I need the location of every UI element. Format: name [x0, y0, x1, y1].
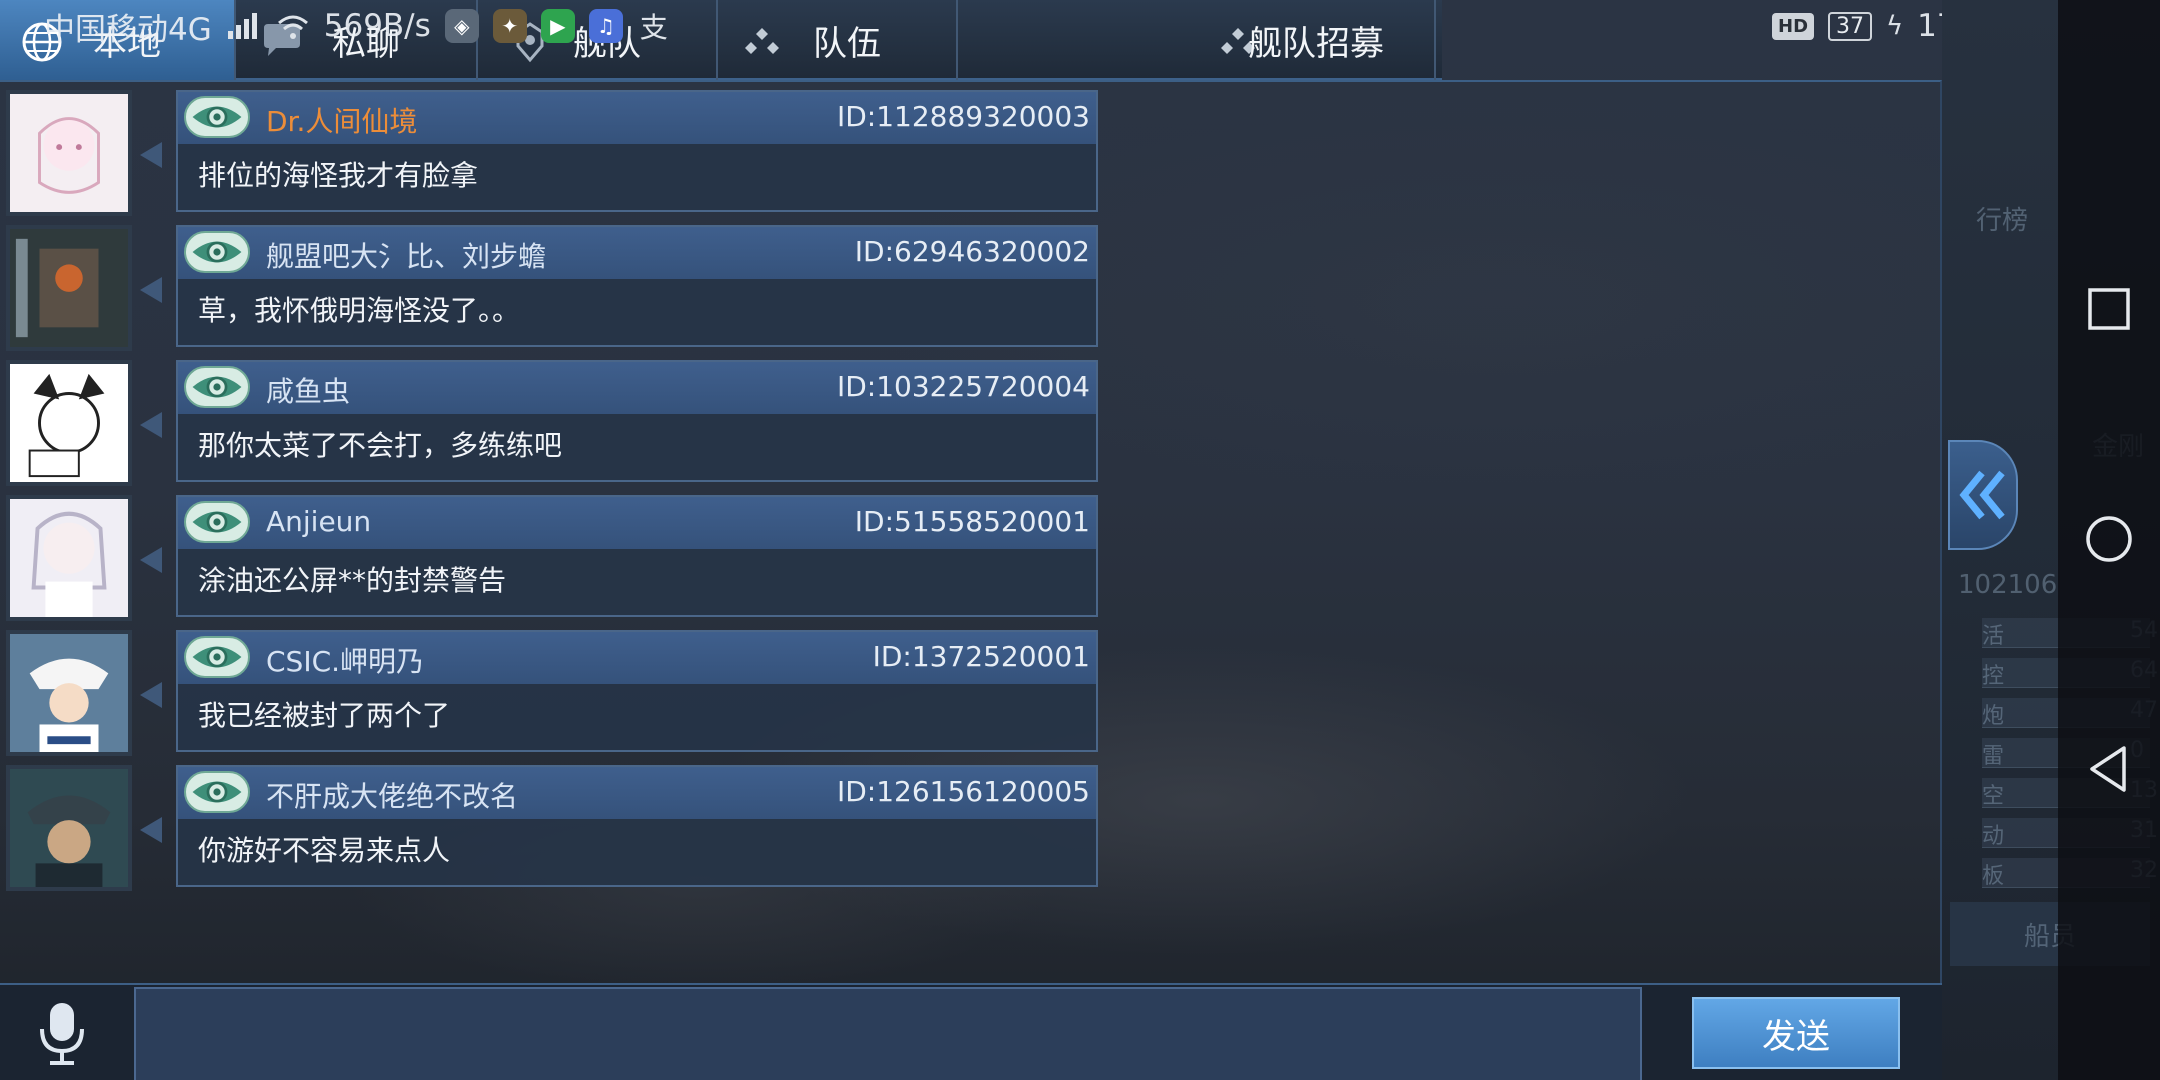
- avatar-image: [10, 94, 128, 212]
- message-text: 你游好不容易来点人: [198, 834, 451, 867]
- message-header: 咸鱼虫 ID:103225720004: [178, 362, 1096, 414]
- bubble-pointer: [140, 142, 162, 168]
- bubble-pointer: [140, 412, 162, 438]
- sender-id: ID:1372520001: [872, 640, 1090, 673]
- rank-badge-icon: [184, 636, 250, 678]
- message-text: 我已经被封了两个了: [198, 699, 451, 732]
- sender-id: ID:51558520001: [854, 505, 1090, 538]
- message-text: 涂油还公屏**的封禁警告: [198, 564, 507, 597]
- rank-badge-icon: [184, 501, 250, 543]
- avatar-image: [10, 229, 128, 347]
- sender-id: ID:103225720004: [836, 370, 1090, 403]
- sender-name[interactable]: CSIC.岬明乃: [266, 640, 424, 680]
- bubble-pointer: [140, 277, 162, 303]
- message-row[interactable]: 舰盟吧大氵比、刘步蟾 ID:62946320002 草，我怀俄明海怪没了。。: [6, 225, 1098, 351]
- message-bubble: 舰盟吧大氵比、刘步蟾 ID:62946320002 草，我怀俄明海怪没了。。: [176, 225, 1098, 347]
- team-icon: [745, 28, 779, 54]
- home-icon[interactable]: [2080, 510, 2138, 568]
- avatar-image: [10, 634, 128, 752]
- sender-name[interactable]: 舰盟吧大氵比、刘步蟾: [266, 235, 546, 275]
- collapse-chat-button[interactable]: [1948, 440, 2018, 550]
- avatar-image: [10, 364, 128, 482]
- vpn-app-icon: ◈: [444, 9, 479, 43]
- sender-id: ID:126156120005: [836, 775, 1090, 808]
- double-chevron-left-icon: [1959, 470, 2005, 520]
- message-header: Dr.人间仙境 ID:112889320003: [178, 92, 1096, 144]
- message-bubble: 不肝成大佬绝不改名 ID:126156120005 你游好不容易来点人: [176, 765, 1098, 887]
- bubble-pointer: [140, 817, 162, 843]
- message-row[interactable]: Anjieun ID:51558520001 涂油还公屏**的封禁警告: [6, 495, 1098, 621]
- avatar[interactable]: [6, 360, 132, 486]
- message-text: 排位的海怪我才有脸拿: [198, 159, 479, 192]
- tab-fleet-recruit-label: 舰队招募: [1248, 23, 1384, 64]
- message-text: 那你太菜了不会打，多练练吧: [198, 429, 563, 462]
- input-bar: 发送: [0, 983, 1942, 1080]
- charging-icon: ϟ: [1886, 11, 1904, 41]
- message-bubble: Dr.人间仙境 ID:112889320003 排位的海怪我才有脸拿: [176, 90, 1098, 212]
- message-bubble: 咸鱼虫 ID:103225720004 那你太菜了不会打，多练练吧: [176, 360, 1098, 482]
- battery-level: 37: [1828, 11, 1873, 41]
- avatar[interactable]: [6, 765, 132, 891]
- recent-apps-icon[interactable]: [2080, 280, 2138, 338]
- message-row[interactable]: CSIC.岬明乃 ID:1372520001 我已经被封了两个了: [6, 630, 1098, 756]
- signal-icon: [227, 13, 257, 39]
- sender-id: ID:62946320002: [854, 235, 1090, 268]
- status-bar-left: 中国移动4G 569B/s ◈ ✦ ▶ ♫ 支: [44, 0, 671, 52]
- play-app-icon: ▶: [540, 9, 575, 43]
- avatar[interactable]: [6, 225, 132, 351]
- avatar-image: [10, 769, 128, 887]
- music-app-icon: ♫: [588, 9, 623, 43]
- net-speed-text: 569B/s: [323, 8, 431, 44]
- rank-badge-icon: [184, 96, 250, 138]
- bubble-pointer: [140, 547, 162, 573]
- rank-badge-icon: [184, 231, 250, 273]
- wifi-icon: [277, 15, 308, 39]
- avatar-image: [10, 499, 128, 617]
- message-row[interactable]: Dr.人间仙境 ID:112889320003 排位的海怪我才有脸拿: [6, 90, 1098, 216]
- system-nav-bar: [2058, 0, 2160, 1080]
- message-bubble: CSIC.岬明乃 ID:1372520001 我已经被封了两个了: [176, 630, 1098, 752]
- message-header: CSIC.岬明乃 ID:1372520001: [178, 632, 1096, 684]
- sender-name[interactable]: 咸鱼虫: [266, 370, 350, 410]
- bubble-pointer: [140, 682, 162, 708]
- microphone-icon[interactable]: [30, 999, 94, 1069]
- message-text: 草，我怀俄明海怪没了。。: [198, 294, 521, 327]
- message-header: 不肝成大佬绝不改名 ID:126156120005: [178, 767, 1096, 819]
- side-label-rank: 行榜: [1976, 206, 2029, 236]
- side-label-id: 102106: [1958, 570, 2058, 600]
- sender-name[interactable]: Anjieun: [266, 505, 371, 538]
- tab-team[interactable]: 队伍: [718, 0, 958, 80]
- sender-id: ID:112889320003: [836, 100, 1090, 133]
- sender-name[interactable]: Dr.人间仙境: [266, 100, 417, 140]
- message-row[interactable]: 不肝成大佬绝不改名 ID:126156120005 你游好不容易来点人: [6, 765, 1098, 891]
- send-button[interactable]: 发送: [1692, 997, 1900, 1069]
- rank-badge-icon: [184, 366, 250, 408]
- back-icon[interactable]: [2080, 740, 2138, 798]
- chat-input[interactable]: [134, 987, 1642, 1080]
- tab-fleet-recruit[interactable]: 舰队招募: [958, 0, 1436, 80]
- tab-team-label: 队伍: [813, 23, 881, 64]
- avatar[interactable]: [6, 630, 132, 756]
- message-bubble: Anjieun ID:51558520001 涂油还公屏**的封禁警告: [176, 495, 1098, 617]
- compass-app-icon: ✦: [492, 9, 527, 43]
- alipay-app-icon: 支: [639, 11, 668, 44]
- sender-name[interactable]: 不肝成大佬绝不改名: [266, 775, 518, 815]
- message-header: 舰盟吧大氵比、刘步蟾 ID:62946320002: [178, 227, 1096, 279]
- avatar[interactable]: [6, 495, 132, 621]
- rank-badge-icon: [184, 771, 250, 813]
- hd-badge: HD: [1772, 12, 1815, 40]
- message-row[interactable]: 咸鱼虫 ID:103225720004 那你太菜了不会打，多练练吧: [6, 360, 1098, 486]
- carrier-text: 中国移动4G: [44, 11, 212, 48]
- message-header: Anjieun ID:51558520001: [178, 497, 1096, 549]
- avatar[interactable]: [6, 90, 132, 216]
